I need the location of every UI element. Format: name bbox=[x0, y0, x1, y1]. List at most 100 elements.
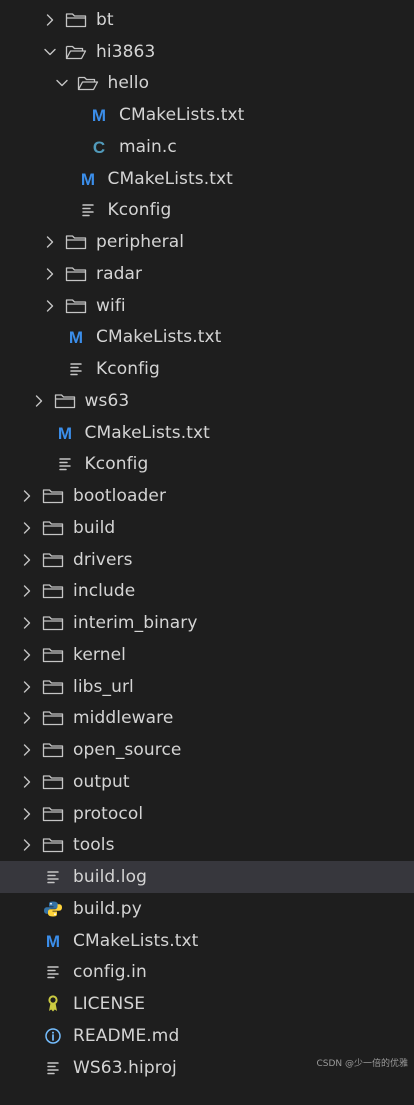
chevron-right-icon[interactable] bbox=[20, 489, 34, 503]
text-file-icon bbox=[42, 963, 64, 981]
item-label: wifi bbox=[96, 295, 126, 316]
folder-row[interactable]: include bbox=[0, 576, 414, 608]
folder-icon bbox=[65, 233, 87, 251]
folder-icon bbox=[42, 487, 64, 505]
folder-open-icon bbox=[65, 43, 87, 61]
file-row[interactable]: build.log bbox=[0, 861, 414, 893]
folder-row[interactable]: tools bbox=[0, 830, 414, 862]
file-row[interactable]: M CMakeLists.txt bbox=[0, 925, 414, 957]
folder-icon bbox=[65, 297, 87, 315]
chevron-right-icon[interactable] bbox=[43, 267, 57, 281]
folder-row[interactable]: bootloader bbox=[0, 480, 414, 512]
item-label: peripheral bbox=[96, 232, 185, 253]
folder-row[interactable]: hi3863 bbox=[0, 36, 414, 68]
item-label: CMakeLists.txt bbox=[84, 422, 210, 443]
item-label: CMakeLists.txt bbox=[107, 168, 233, 189]
folder-icon bbox=[42, 741, 64, 759]
svg-text:M: M bbox=[57, 424, 71, 442]
item-label: interim_binary bbox=[73, 613, 198, 634]
folder-icon bbox=[42, 519, 64, 537]
folder-row[interactable]: hello bbox=[0, 68, 414, 100]
folder-row[interactable]: radar bbox=[0, 258, 414, 290]
file-row[interactable]: M CMakeLists.txt bbox=[0, 163, 414, 195]
item-label: radar bbox=[96, 263, 143, 284]
item-label: open_source bbox=[73, 740, 182, 761]
item-label: CMakeLists.txt bbox=[96, 327, 222, 348]
text-file-icon bbox=[42, 1059, 64, 1077]
chevron-right-icon[interactable] bbox=[20, 648, 34, 662]
item-label: Kconfig bbox=[84, 454, 149, 475]
chevron-right-icon[interactable] bbox=[20, 680, 34, 694]
folder-icon bbox=[54, 392, 76, 410]
item-label: tools bbox=[73, 835, 115, 856]
item-label: include bbox=[73, 581, 136, 602]
chevron-right-icon[interactable] bbox=[32, 394, 46, 408]
item-label: hi3863 bbox=[96, 41, 156, 62]
chevron-right-icon[interactable] bbox=[20, 711, 34, 725]
file-row[interactable]: Kconfig bbox=[0, 353, 414, 385]
folder-row[interactable]: wifi bbox=[0, 290, 414, 322]
item-label: kernel bbox=[73, 644, 126, 665]
file-row[interactable]: M CMakeLists.txt bbox=[0, 322, 414, 354]
folder-row[interactable]: middleware bbox=[0, 703, 414, 735]
folder-icon bbox=[42, 773, 64, 791]
cmake-icon: M bbox=[65, 328, 87, 346]
item-label: CMakeLists.txt bbox=[73, 930, 199, 951]
folder-row[interactable]: libs_url bbox=[0, 671, 414, 703]
file-row[interactable]: M CMakeLists.txt bbox=[0, 417, 414, 449]
text-file-icon bbox=[65, 360, 87, 378]
watermark: CSDN @少一倍的优雅 bbox=[316, 1059, 408, 1069]
item-label: CMakeLists.txt bbox=[119, 105, 245, 126]
folder-row[interactable]: interim_binary bbox=[0, 607, 414, 639]
chevron-right-icon[interactable] bbox=[20, 616, 34, 630]
file-row[interactable]: build.py bbox=[0, 893, 414, 925]
chevron-right-icon[interactable] bbox=[20, 838, 34, 852]
file-row[interactable]: config.in bbox=[0, 957, 414, 989]
chevron-down-icon[interactable] bbox=[55, 76, 69, 90]
svg-text:M: M bbox=[69, 328, 83, 346]
item-label: WS63.hiproj bbox=[73, 1057, 177, 1078]
c-file-icon: C bbox=[88, 138, 110, 156]
chevron-right-icon[interactable] bbox=[43, 299, 57, 313]
item-label: bootloader bbox=[73, 486, 167, 507]
file-row[interactable]: README.md bbox=[0, 1020, 414, 1052]
folder-row[interactable]: bt bbox=[0, 4, 414, 36]
chevron-right-icon[interactable] bbox=[43, 235, 57, 249]
chevron-right-icon[interactable] bbox=[20, 521, 34, 535]
folder-row[interactable]: protocol bbox=[0, 798, 414, 830]
item-label: drivers bbox=[73, 549, 133, 570]
file-row[interactable]: M CMakeLists.txt bbox=[0, 99, 414, 131]
item-label: LICENSE bbox=[73, 994, 146, 1015]
chevron-right-icon[interactable] bbox=[20, 553, 34, 567]
license-icon bbox=[42, 995, 64, 1013]
file-row[interactable]: Cmain.c bbox=[0, 131, 414, 163]
chevron-right-icon[interactable] bbox=[20, 743, 34, 757]
chevron-right-icon[interactable] bbox=[20, 584, 34, 598]
folder-row[interactable]: open_source bbox=[0, 734, 414, 766]
item-label: README.md bbox=[73, 1025, 180, 1046]
folder-icon bbox=[42, 805, 64, 823]
chevron-right-icon[interactable] bbox=[20, 807, 34, 821]
folder-row[interactable]: build bbox=[0, 512, 414, 544]
folder-row[interactable]: output bbox=[0, 766, 414, 798]
file-row[interactable]: Kconfig bbox=[0, 195, 414, 227]
file-row[interactable]: Kconfig bbox=[0, 449, 414, 481]
chevron-right-icon[interactable] bbox=[20, 775, 34, 789]
file-row[interactable]: LICENSE bbox=[0, 988, 414, 1020]
folder-row[interactable]: ws63 bbox=[0, 385, 414, 417]
text-file-icon bbox=[54, 455, 76, 473]
folder-icon bbox=[42, 678, 64, 696]
chevron-down-icon[interactable] bbox=[43, 45, 57, 59]
folder-row[interactable]: drivers bbox=[0, 544, 414, 576]
text-file-icon bbox=[42, 868, 64, 886]
folder-row[interactable]: kernel bbox=[0, 639, 414, 671]
item-label: main.c bbox=[119, 136, 177, 157]
item-label: build.py bbox=[73, 898, 142, 919]
item-label: libs_url bbox=[73, 676, 134, 697]
folder-icon bbox=[42, 836, 64, 854]
item-label: config.in bbox=[73, 962, 147, 983]
folder-row[interactable]: peripheral bbox=[0, 226, 414, 258]
folder-icon bbox=[42, 551, 64, 569]
folder-icon bbox=[42, 709, 64, 727]
chevron-right-icon[interactable] bbox=[43, 13, 57, 27]
